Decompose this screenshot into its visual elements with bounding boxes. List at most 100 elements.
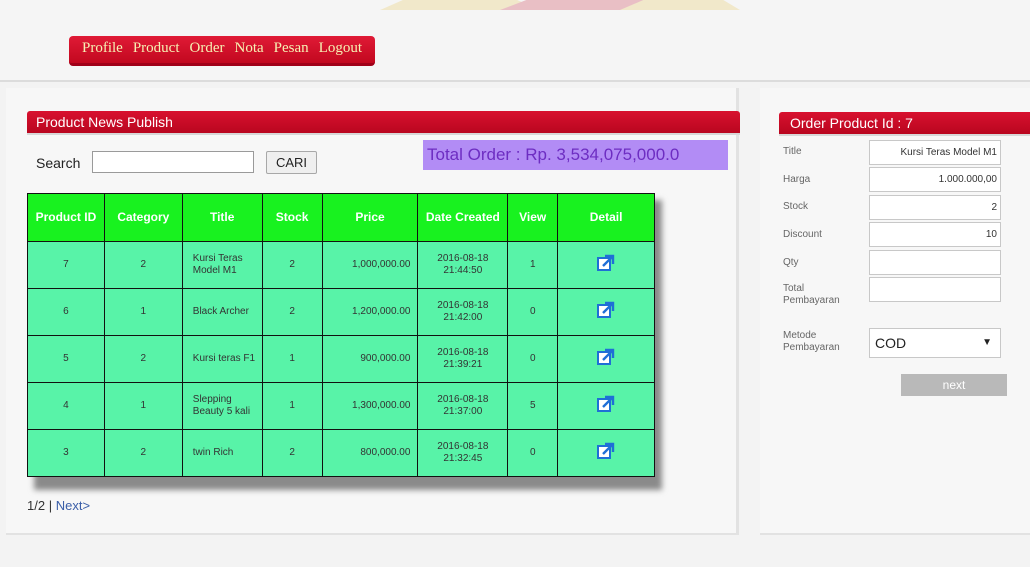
product-panel-title: Product News Publish	[27, 111, 740, 133]
nav-profile[interactable]: Profile	[77, 36, 128, 63]
cell-date: 2016-08-18	[437, 300, 489, 311]
logo-watermark	[380, 0, 740, 10]
cell-category: 2	[103, 241, 183, 289]
cell-date-created: 2016-08-18 21:32:45	[417, 429, 509, 477]
qty-field[interactable]	[869, 250, 1001, 275]
search-input[interactable]	[92, 151, 254, 173]
next-button[interactable]: next	[901, 374, 1007, 396]
nav-logout[interactable]: Logout	[314, 36, 367, 63]
cell-category: 2	[103, 335, 183, 383]
discount-label: Discount	[783, 229, 822, 240]
cell-product-id: 6	[27, 288, 105, 336]
col-product-id: Product ID	[27, 193, 105, 242]
cell-stock: 2	[261, 429, 323, 477]
cell-stock: 1	[261, 382, 323, 430]
qty-label: Qty	[783, 257, 799, 268]
cell-detail	[557, 288, 655, 336]
cell-detail	[557, 241, 655, 289]
cell-detail	[557, 382, 655, 430]
table-row: 3 2 twin Rich 2 800,000.00 2016-08-18 21:32:45…	[27, 429, 655, 477]
external-link-icon[interactable]	[596, 441, 616, 461]
cell-product-id: 5	[27, 335, 105, 383]
col-detail: Detail	[557, 193, 655, 242]
external-link-icon[interactable]	[596, 300, 616, 320]
cell-time: 21:42:00	[443, 312, 483, 323]
cell-title: Black Archer	[181, 288, 263, 336]
external-link-icon[interactable]	[596, 253, 616, 273]
nav-nota[interactable]: Nota	[229, 36, 268, 63]
cell-date-created: 2016-08-18 21:42:00	[417, 288, 509, 336]
cell-time: 21:37:00	[443, 406, 483, 417]
top-bar: Profile Product Order Nota Pesan Logout	[0, 0, 1030, 82]
cell-stock: 2	[261, 288, 323, 336]
cell-title: Kursi teras F1	[181, 335, 263, 383]
page-separator: |	[48, 498, 53, 513]
col-stock: Stock	[261, 193, 323, 242]
col-title: Title	[181, 193, 263, 242]
cell-product-id: 4	[27, 382, 105, 430]
cell-date-created: 2016-08-18 21:37:00	[417, 382, 509, 430]
metode-selected-value: COD	[875, 335, 907, 351]
total-order-banner: Total Order : Rp. 3,534,075,000.0	[423, 140, 728, 170]
cell-product-id: 7	[27, 241, 105, 289]
table-header-row: Product ID Category Title Stock Price Da…	[27, 193, 655, 242]
cell-title: Slepping Beauty 5 kali	[181, 382, 263, 430]
cell-time: 21:32:45	[443, 453, 483, 464]
discount-field[interactable]: 10	[869, 222, 1001, 247]
cell-title: twin Rich	[181, 429, 263, 477]
cell-date-created: 2016-08-18 21:44:50	[417, 241, 509, 289]
nav-product[interactable]: Product	[128, 36, 185, 63]
cell-time: 21:39:21	[443, 359, 483, 370]
products-table-body: 7 2 Kursi Teras Model M1 2 1,000,000.00 2016-…	[27, 241, 655, 477]
cell-detail	[557, 335, 655, 383]
table-row: 7 2 Kursi Teras Model M1 2 1,000,000.00 2016-…	[27, 241, 655, 289]
cell-price: 1,200,000.00	[321, 288, 419, 336]
col-price: Price	[321, 193, 419, 242]
cell-title: Kursi Teras Model M1	[181, 241, 263, 289]
cell-date: 2016-08-18	[437, 253, 489, 264]
chevron-down-icon: ▼	[982, 337, 992, 348]
cell-date: 2016-08-18	[437, 347, 489, 358]
search-button[interactable]: CARI	[266, 151, 317, 174]
search-label: Search	[36, 155, 81, 171]
main-nav: Profile Product Order Nota Pesan Logout	[69, 36, 375, 66]
total-pembayaran-field[interactable]	[869, 277, 1001, 302]
col-view: View	[507, 193, 559, 242]
cell-category: 1	[103, 382, 183, 430]
harga-label: Harga	[783, 174, 811, 185]
cell-date: 2016-08-18	[437, 441, 489, 452]
table-row: 6 1 Black Archer 2 1,200,000.00 2016-08-18 21:…	[27, 288, 655, 336]
harga-field[interactable]: 1.000.000,00	[869, 167, 1001, 192]
total-pembayaran-label: Total Pembayaran	[783, 283, 840, 306]
cell-stock: 2	[261, 241, 323, 289]
product-panel-divider	[27, 133, 740, 135]
cell-category: 1	[103, 288, 183, 336]
col-date-created: Date Created	[417, 193, 509, 242]
metode-pembayaran-select[interactable]: COD ▼	[869, 328, 1001, 358]
cell-time: 21:44:50	[443, 265, 483, 276]
title-field[interactable]: Kursi Teras Model M1	[869, 140, 1001, 165]
external-link-icon[interactable]	[596, 394, 616, 414]
external-link-icon[interactable]	[596, 347, 616, 367]
title-label: Title	[783, 146, 802, 157]
stock-field[interactable]: 2	[869, 195, 1001, 220]
next-page-link[interactable]: Next>	[56, 498, 90, 513]
cell-view: 0	[507, 429, 559, 477]
cell-price: 800,000.00	[321, 429, 419, 477]
nav-order[interactable]: Order	[185, 36, 230, 63]
table-row: 4 1 Slepping Beauty 5 kali 1 1,300,000.00 201…	[27, 382, 655, 430]
cell-price: 1,300,000.00	[321, 382, 419, 430]
metode-pembayaran-label: Metode Pembayaran	[783, 330, 840, 353]
cell-view: 0	[507, 335, 559, 383]
stock-label: Stock	[783, 201, 809, 212]
cell-category: 2	[103, 429, 183, 477]
cell-view: 1	[507, 241, 559, 289]
order-panel-title: Order Product Id : 7	[779, 112, 1030, 134]
nav-pesan[interactable]: Pesan	[269, 36, 314, 63]
pagination: 1/2 | Next>	[27, 498, 90, 513]
table-row: 5 2 Kursi teras F1 1 900,000.00 2016-08-18 21:…	[27, 335, 655, 383]
cell-product-id: 3	[27, 429, 105, 477]
cell-detail	[557, 429, 655, 477]
cell-stock: 1	[261, 335, 323, 383]
cell-date: 2016-08-18	[437, 394, 489, 405]
